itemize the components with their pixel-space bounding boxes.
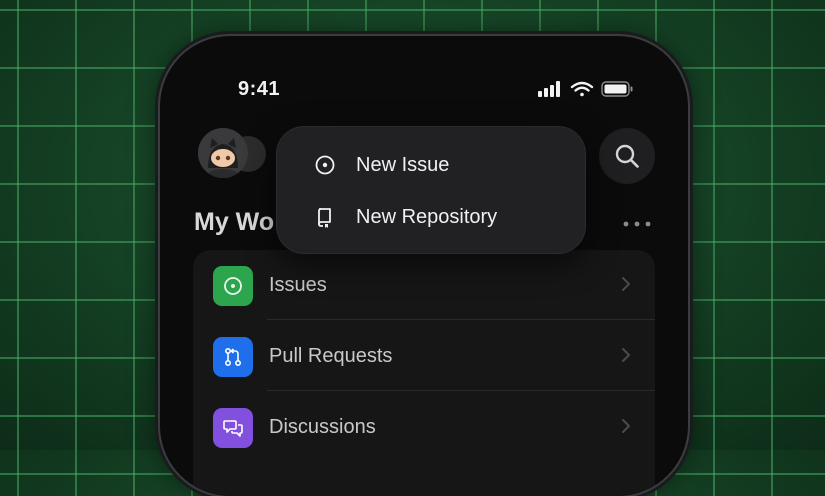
- chevron-right-icon: [622, 277, 630, 291]
- issue-opened-icon: [315, 155, 335, 175]
- list-item-label: Issues: [269, 274, 327, 296]
- list-item-issues[interactable]: Issues: [193, 250, 655, 320]
- issues-icon-box: [213, 266, 253, 306]
- discussions-icon-box: [213, 408, 253, 448]
- divider: [267, 319, 655, 320]
- search-button[interactable]: [599, 128, 655, 184]
- cellular-signal-icon: [538, 81, 560, 97]
- page-title: My Wo: [194, 208, 275, 236]
- list-item-label: Discussions: [269, 416, 376, 438]
- menu-item-label: New Repository: [356, 206, 498, 228]
- more-options-button[interactable]: [622, 214, 656, 234]
- menu-item-new-repository[interactable]: New Repository: [276, 192, 586, 242]
- status-icons: [538, 80, 668, 98]
- chevron-right-icon: [622, 419, 630, 433]
- wifi-icon: [570, 81, 594, 97]
- pull-request-icon: [224, 347, 242, 367]
- battery-icon: [601, 81, 633, 97]
- search-icon: [615, 144, 639, 168]
- list-item-pull-requests[interactable]: Pull Requests: [193, 321, 655, 391]
- menu-item-label: New Issue: [356, 154, 450, 176]
- avatar[interactable]: [198, 128, 248, 178]
- phone-screen: 9:41 My Wo Issues Pull Requests Discussi…: [160, 36, 688, 496]
- octocat-avatar-icon: [198, 128, 248, 178]
- divider: [267, 390, 655, 391]
- menu-item-new-issue[interactable]: New Issue: [276, 140, 586, 190]
- my-work-list: Issues Pull Requests Discussions: [193, 250, 655, 496]
- list-item-label: Pull Requests: [269, 345, 393, 367]
- ellipsis-icon: [623, 221, 651, 227]
- issue-opened-icon: [224, 277, 242, 295]
- repo-icon: [318, 208, 331, 228]
- chevron-right-icon: [622, 348, 630, 362]
- pull-requests-icon-box: [213, 337, 253, 377]
- create-menu: New Issue New Repository: [276, 126, 586, 254]
- status-time: 9:41: [238, 78, 281, 100]
- discussions-icon: [223, 420, 243, 437]
- list-item-discussions[interactable]: Discussions: [193, 392, 655, 462]
